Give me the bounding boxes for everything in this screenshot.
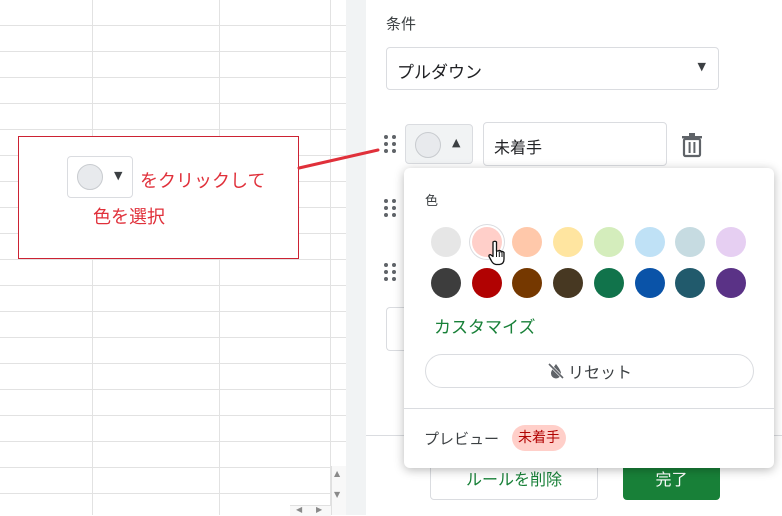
reset-label: リセット — [567, 363, 632, 382]
annotation-text-line2: 色を選択 — [93, 207, 165, 228]
option-text: 未着手 — [494, 138, 543, 157]
color-swatch[interactable] — [715, 268, 746, 298]
scroll-up-icon[interactable]: ▲ — [334, 469, 340, 478]
color-swatch — [415, 132, 441, 158]
scroll-left-icon[interactable]: ◀ — [296, 505, 302, 514]
color-swatch[interactable] — [431, 268, 461, 298]
color-swatch[interactable] — [431, 227, 461, 257]
color-swatch[interactable] — [512, 227, 543, 257]
annotation-callout: ▼ をクリックして 色を選択 — [18, 136, 299, 259]
trash-icon[interactable] — [680, 132, 704, 158]
color-swatch[interactable] — [634, 268, 665, 298]
color-swatch[interactable] — [512, 268, 543, 298]
color-swatch[interactable] — [553, 268, 584, 298]
chevron-up-icon: ▲ — [452, 136, 461, 149]
color-button-illustration: ▼ — [67, 156, 133, 198]
reset-icon — [547, 362, 565, 380]
condition-label: 条件 — [386, 15, 417, 33]
color-swatch[interactable] — [675, 268, 706, 298]
condition-select[interactable]: プルダウン ▼ — [386, 47, 719, 90]
chevron-down-icon: ▼ — [114, 169, 123, 182]
color-picker-popup: 色 カスタマイズ リセット プレビュー 未着手 — [404, 168, 774, 468]
popup-divider — [404, 408, 774, 409]
color-swatch[interactable] — [471, 268, 502, 298]
option-text-field[interactable]: 未着手 — [483, 122, 667, 166]
scroll-down-icon[interactable]: ▼ — [334, 490, 340, 499]
preview-label: プレビュー — [424, 430, 500, 448]
color-swatch[interactable] — [634, 227, 665, 257]
popup-title: 色 — [425, 194, 439, 209]
vertical-scrollbar[interactable]: ▲ ▼ — [331, 466, 347, 515]
color-swatch[interactable] — [553, 227, 584, 257]
preview-chip: 未着手 — [512, 425, 566, 451]
horizontal-scrollbar[interactable]: ◀ ▶ — [290, 505, 331, 516]
drag-handle-icon[interactable] — [384, 198, 398, 220]
drag-handle-icon[interactable] — [384, 134, 398, 156]
customize-link[interactable]: カスタマイズ — [434, 313, 536, 338]
color-swatch — [77, 164, 103, 190]
hand-cursor-icon — [488, 240, 505, 266]
reset-button[interactable]: リセット — [425, 354, 754, 388]
drag-handle-icon[interactable] — [384, 262, 398, 284]
scroll-right-icon[interactable]: ▶ — [316, 505, 322, 514]
color-swatch[interactable] — [715, 227, 746, 257]
annotation-text-line1: をクリックして — [140, 171, 266, 192]
chevron-down-icon: ▼ — [697, 60, 706, 73]
option-color-button[interactable]: ▲ — [405, 124, 473, 164]
condition-value: プルダウン — [397, 63, 482, 83]
color-swatch[interactable] — [593, 268, 624, 298]
panel-gutter — [346, 0, 366, 515]
color-swatch[interactable] — [675, 227, 706, 257]
color-swatch[interactable] — [593, 227, 624, 257]
